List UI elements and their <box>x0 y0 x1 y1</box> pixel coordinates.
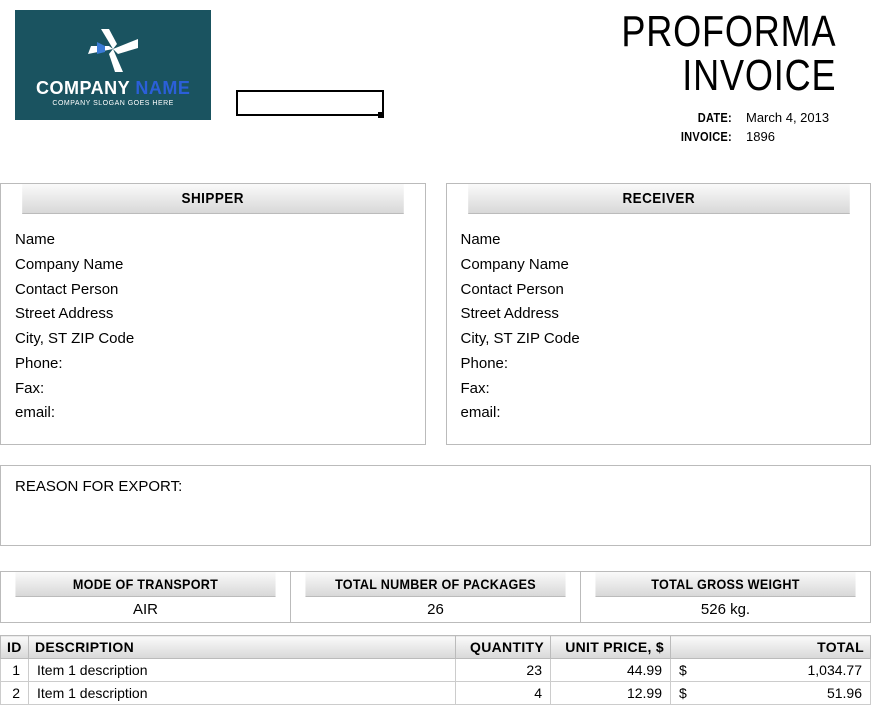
logo-slogan: COMPANY SLOGAN GOES HERE <box>52 100 173 107</box>
shipper-city: City, ST ZIP Code <box>15 327 411 352</box>
weight-value: 526 kg. <box>581 597 870 622</box>
table-row: 2 Item 1 description 4 12.99 $ 51.96 <box>1 682 871 705</box>
col-description: DESCRIPTION <box>29 636 456 659</box>
receiver-fax: Fax: <box>461 377 857 402</box>
mode-label: MODE OF TRANSPORT <box>15 572 275 597</box>
receiver-company: Company Name <box>461 253 857 278</box>
item-unit: 44.99 <box>551 659 671 682</box>
reason-for-export: REASON FOR EXPORT: <box>0 465 871 546</box>
date-value: March 4, 2013 <box>746 110 836 125</box>
mode-value: AIR <box>1 597 290 622</box>
receiver-city: City, ST ZIP Code <box>461 327 857 352</box>
items-table: ID DESCRIPTION QUANTITY UNIT PRICE, $ TO… <box>0 635 871 705</box>
text-input-box[interactable] <box>236 90 383 116</box>
logo-icon <box>83 24 143 74</box>
company-logo: COMPANY NAME COMPANY SLOGAN GOES HERE <box>15 10 211 120</box>
document-title: PROFORMA INVOICE <box>465 10 836 98</box>
col-unit-price: UNIT PRICE, $ <box>551 636 671 659</box>
receiver-contact: Contact Person <box>461 278 857 303</box>
packages-label: TOTAL NUMBER OF PACKAGES <box>305 572 565 597</box>
receiver-phone: Phone: <box>461 352 857 377</box>
weight-label: TOTAL GROSS WEIGHT <box>595 572 855 597</box>
date-label: DATE: <box>673 110 733 125</box>
shipper-contact: Contact Person <box>15 278 411 303</box>
col-id: ID <box>1 636 29 659</box>
shipper-company: Company Name <box>15 253 411 278</box>
summary-table: MODE OF TRANSPORT AIR TOTAL NUMBER OF PA… <box>0 571 871 623</box>
receiver-name: Name <box>461 228 857 253</box>
receiver-heading: RECEIVER <box>468 184 849 214</box>
shipper-fax: Fax: <box>15 377 411 402</box>
logo-company-text: COMPANY NAME <box>36 78 190 99</box>
table-row: 1 Item 1 description 23 44.99 $ 1,034.77 <box>1 659 871 682</box>
item-total: $ 51.96 <box>671 682 871 705</box>
item-qty: 4 <box>456 682 551 705</box>
invoice-value: 1896 <box>746 129 836 144</box>
invoice-label: INVOICE: <box>673 129 733 144</box>
item-desc: Item 1 description <box>29 682 456 705</box>
shipper-street: Street Address <box>15 302 411 327</box>
shipper-heading: SHIPPER <box>22 184 403 214</box>
item-unit: 12.99 <box>551 682 671 705</box>
item-total: $ 1,034.77 <box>671 659 871 682</box>
shipper-phone: Phone: <box>15 352 411 377</box>
shipper-name: Name <box>15 228 411 253</box>
receiver-email: email: <box>461 401 857 426</box>
item-id: 1 <box>1 659 29 682</box>
item-desc: Item 1 description <box>29 659 456 682</box>
col-total: TOTAL <box>671 636 871 659</box>
item-qty: 23 <box>456 659 551 682</box>
col-quantity: QUANTITY <box>456 636 551 659</box>
receiver-street: Street Address <box>461 302 857 327</box>
item-id: 2 <box>1 682 29 705</box>
shipper-panel: SHIPPER Name Company Name Contact Person… <box>0 183 426 445</box>
reason-label: REASON FOR EXPORT: <box>15 478 182 495</box>
packages-value: 26 <box>291 597 580 622</box>
receiver-panel: RECEIVER Name Company Name Contact Perso… <box>446 183 872 445</box>
shipper-email: email: <box>15 401 411 426</box>
